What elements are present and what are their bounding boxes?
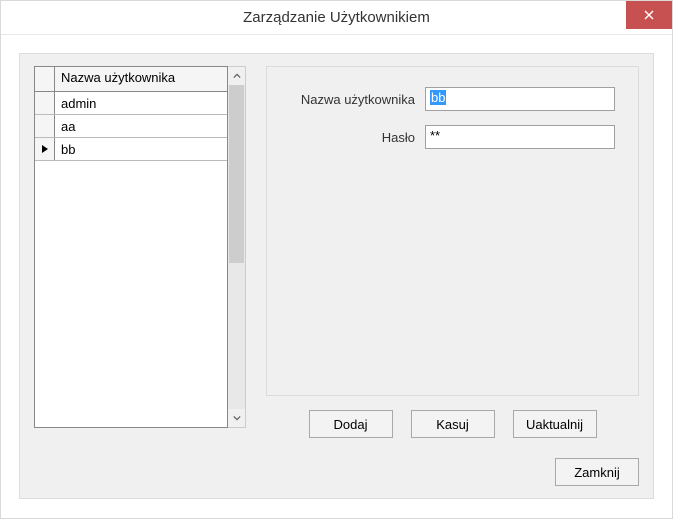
- table-row[interactable]: aa: [35, 115, 227, 138]
- scroll-up-button[interactable]: [228, 67, 245, 85]
- scroll-thumb[interactable]: [229, 85, 244, 263]
- username-cell: aa: [55, 115, 227, 137]
- table-row[interactable]: bb: [35, 138, 227, 161]
- username-row: Nazwa użytkownika bb: [285, 87, 620, 111]
- footer-buttons: Zamknij: [555, 458, 639, 486]
- grid-scrollbar[interactable]: [228, 66, 246, 428]
- chevron-up-icon: [233, 72, 241, 80]
- username-input[interactable]: bb: [425, 87, 615, 111]
- form-groupbox: Nazwa użytkownika bb Hasło **: [266, 66, 639, 396]
- main-groupbox: Nazwa użytkownika adminaabb: [19, 53, 654, 499]
- window-close-button[interactable]: [626, 1, 672, 29]
- action-buttons: Dodaj Kasuj Uaktualnij: [266, 410, 639, 438]
- grid-header-row: Nazwa użytkownika: [35, 67, 227, 92]
- scroll-track[interactable]: [228, 85, 245, 409]
- username-selected-text: bb: [430, 90, 446, 105]
- username-label: Nazwa użytkownika: [285, 92, 425, 107]
- user-list-pane: Nazwa użytkownika adminaabb: [34, 66, 246, 428]
- grid-corner: [35, 67, 55, 91]
- titlebar: Zarządzanie Użytkownikiem: [1, 1, 672, 35]
- form-pane: Nazwa użytkownika bb Hasło ** Dodaj Kasu…: [266, 66, 639, 486]
- username-cell: admin: [55, 92, 227, 114]
- update-button[interactable]: Uaktualnij: [513, 410, 597, 438]
- scroll-down-button[interactable]: [228, 409, 245, 427]
- row-indicator: [35, 92, 55, 114]
- row-indicator: [35, 138, 55, 160]
- user-grid[interactable]: Nazwa użytkownika adminaabb: [34, 66, 228, 428]
- password-label: Hasło: [285, 130, 425, 145]
- username-cell: bb: [55, 138, 227, 160]
- grid-column-header-username[interactable]: Nazwa użytkownika: [55, 67, 227, 91]
- delete-button[interactable]: Kasuj: [411, 410, 495, 438]
- close-icon: [644, 10, 654, 20]
- current-row-icon: [41, 144, 49, 154]
- close-button[interactable]: Zamknij: [555, 458, 639, 486]
- add-button[interactable]: Dodaj: [309, 410, 393, 438]
- row-indicator: [35, 115, 55, 137]
- password-masked-text: **: [430, 128, 440, 143]
- table-row[interactable]: admin: [35, 92, 227, 115]
- client-area: Nazwa użytkownika adminaabb: [1, 35, 672, 517]
- window-title: Zarządzanie Użytkownikiem: [243, 9, 430, 26]
- chevron-down-icon: [233, 414, 241, 422]
- grid-body: adminaabb: [35, 92, 227, 428]
- password-row: Hasło **: [285, 125, 620, 149]
- password-input[interactable]: **: [425, 125, 615, 149]
